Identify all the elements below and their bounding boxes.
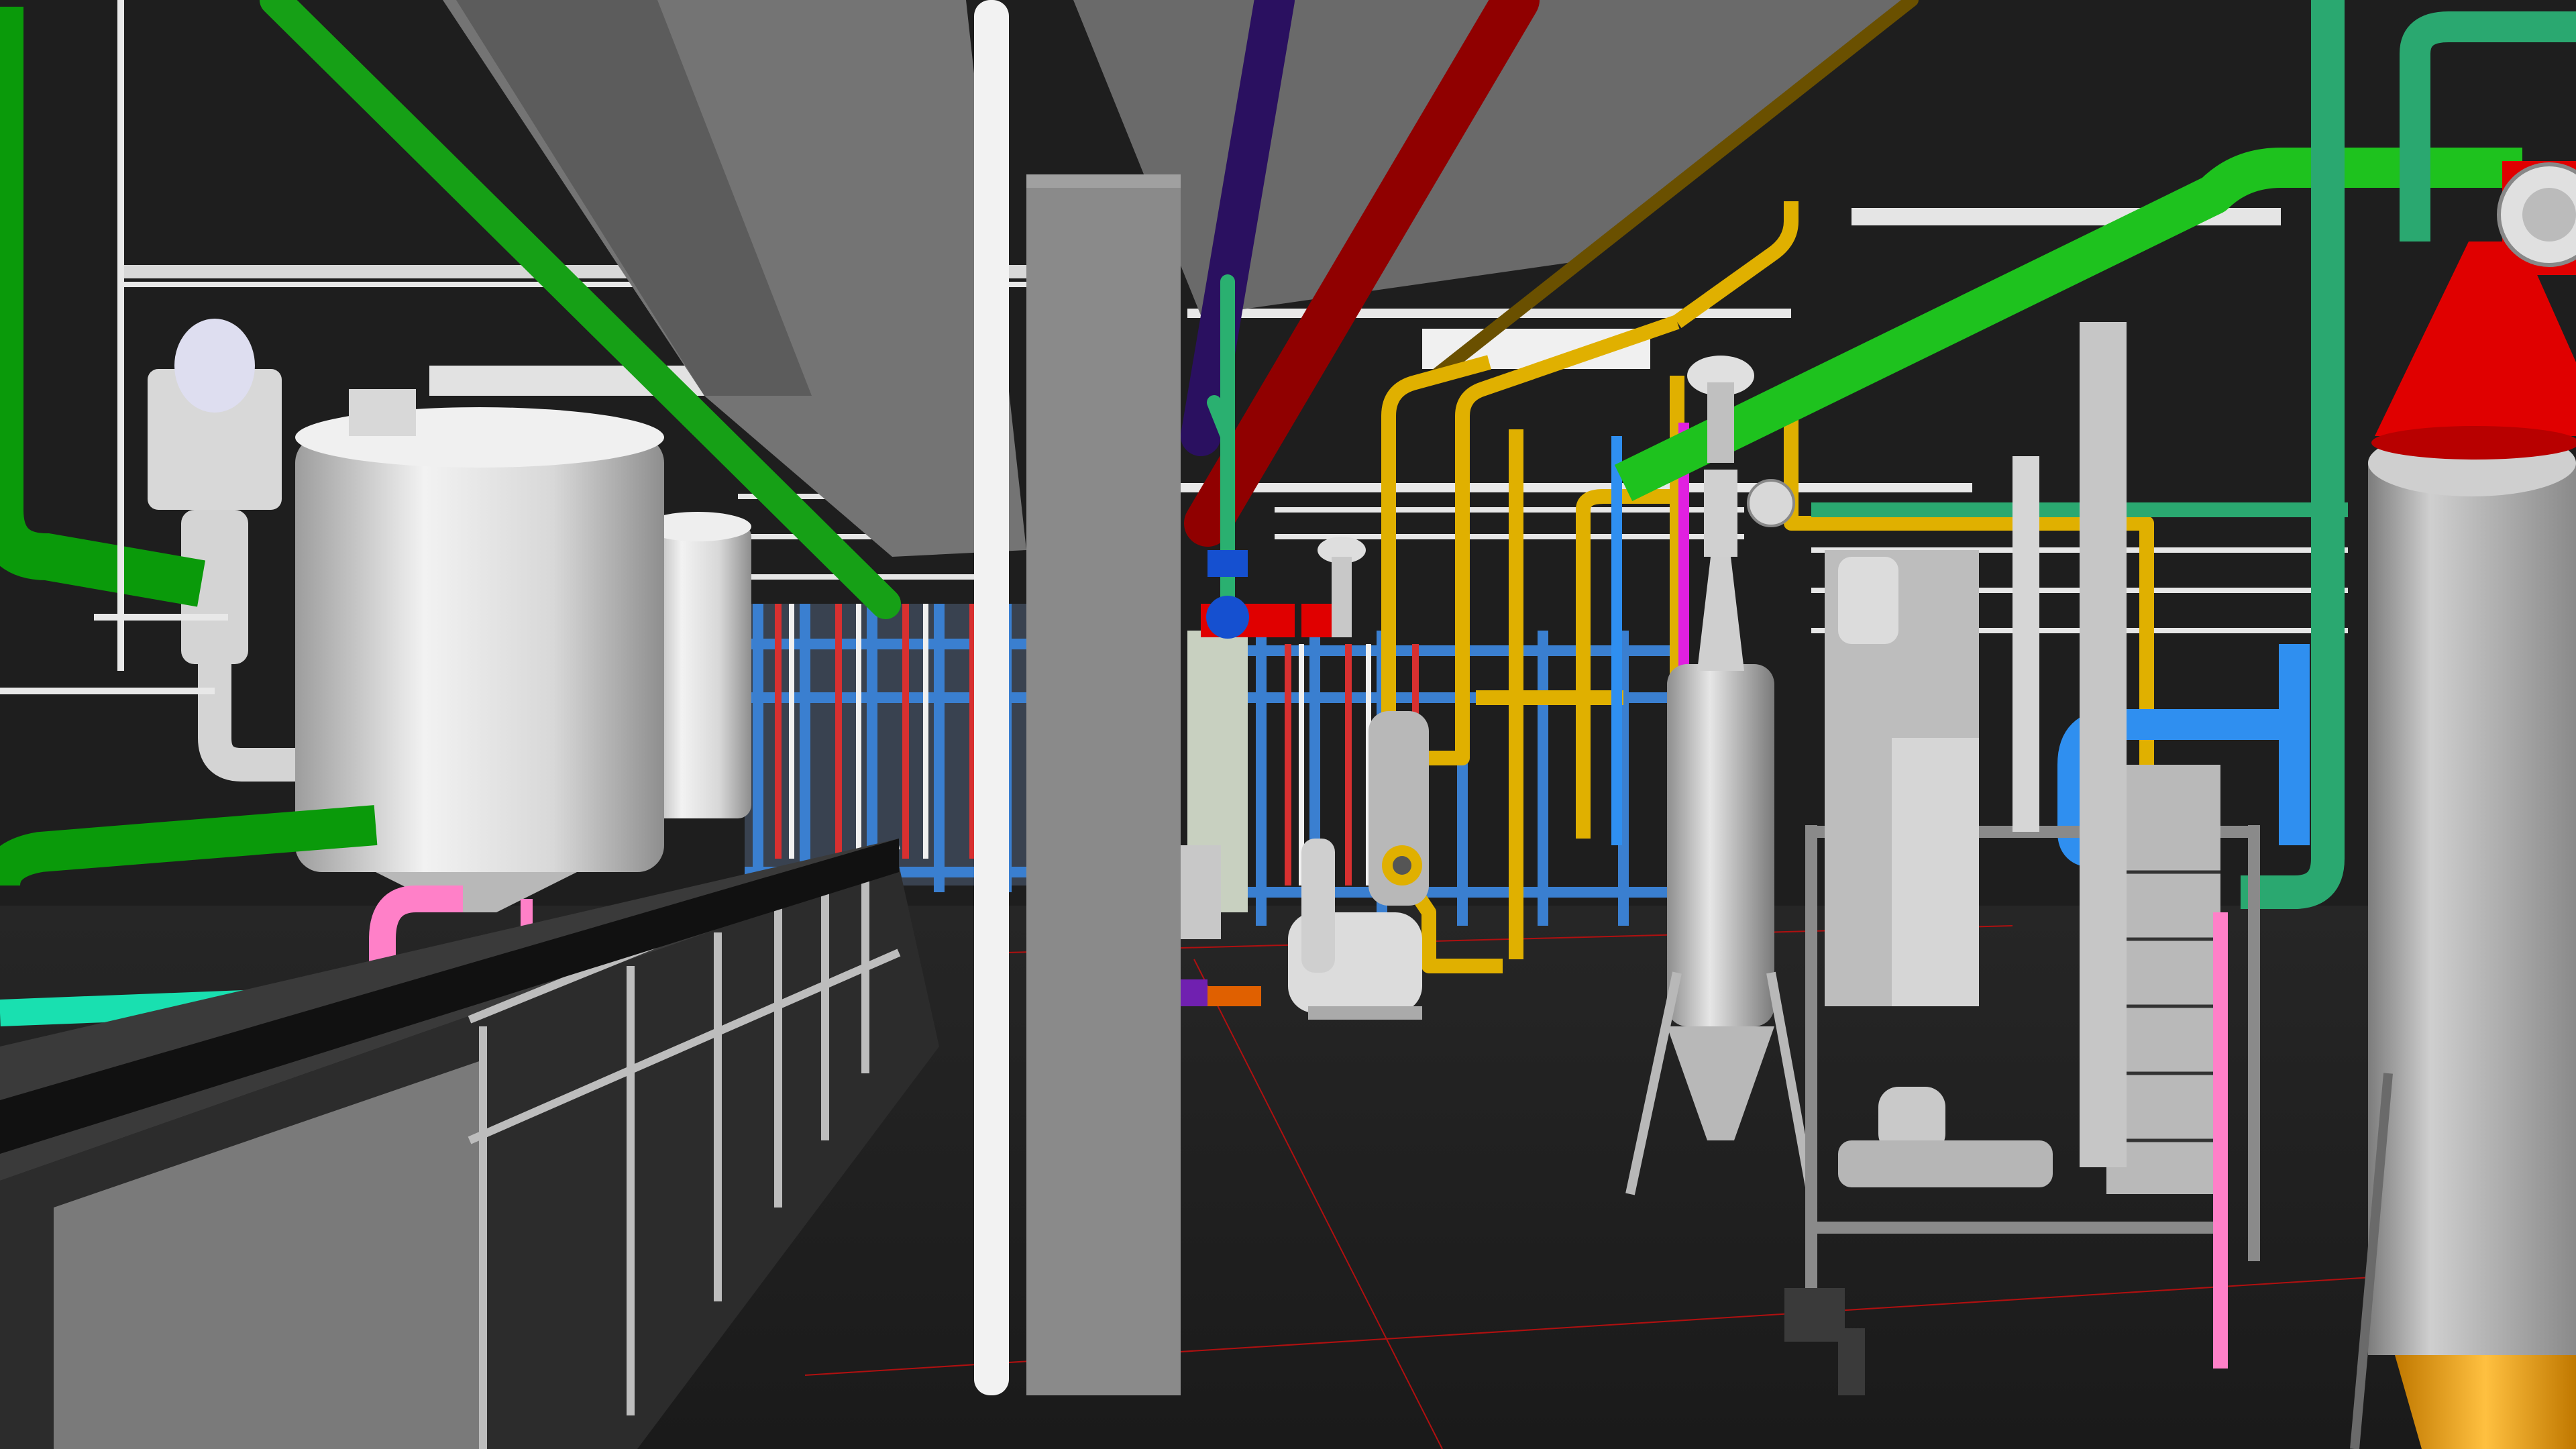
plant-model-scene[interactable] bbox=[0, 0, 2576, 1449]
tall-column bbox=[2080, 322, 2127, 1167]
column-cap bbox=[1026, 174, 1181, 188]
structural-column bbox=[1026, 174, 1181, 1395]
ventilation-stack bbox=[2350, 161, 2576, 1449]
3d-viewport[interactable] bbox=[0, 0, 2576, 1449]
white-vertical-pipe bbox=[974, 0, 1009, 1395]
orange-cone-base bbox=[2395, 1355, 2576, 1449]
blue-valve-actuator bbox=[1208, 550, 1248, 577]
